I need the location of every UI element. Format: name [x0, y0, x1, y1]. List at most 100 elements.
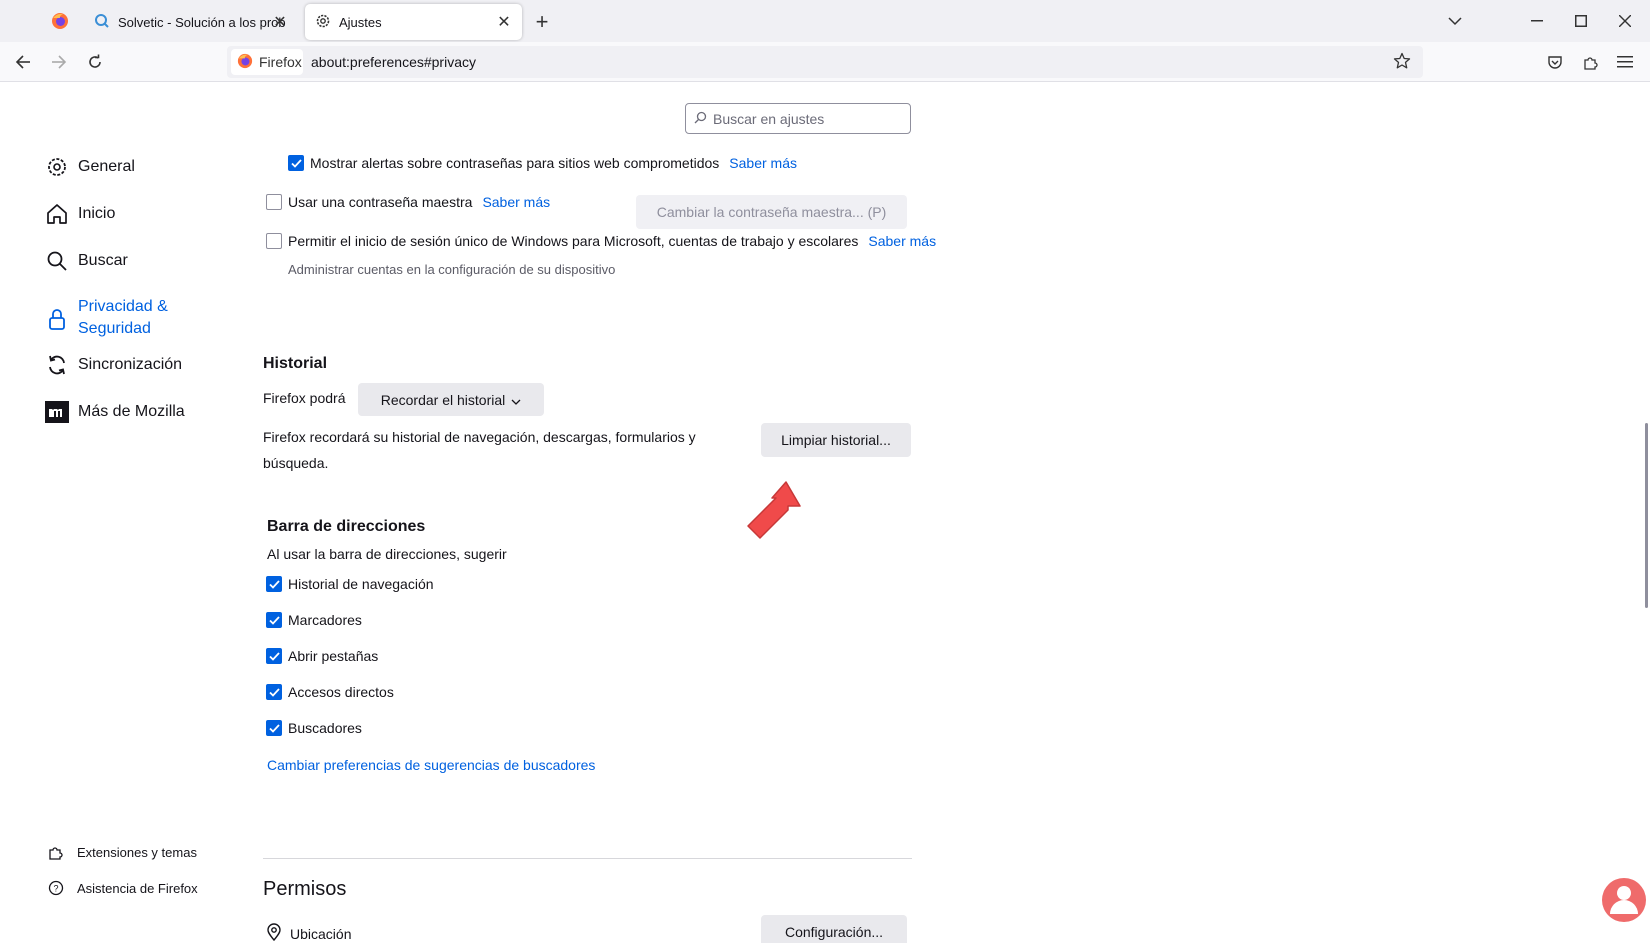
- identity-box[interactable]: Firefox: [231, 49, 303, 75]
- location-settings-button[interactable]: Configuración...: [761, 915, 907, 943]
- learn-more-link[interactable]: Saber más: [729, 155, 797, 171]
- sidebar-item-search[interactable]: Buscar: [45, 249, 128, 273]
- settings-search-input[interactable]: Buscar en ajustes: [685, 103, 911, 134]
- lock-icon: [45, 307, 69, 331]
- navigation-toolbar: Firefox about:preferences#privacy: [0, 42, 1650, 82]
- option-label: Accesos directos: [288, 684, 394, 700]
- address-bar-subtitle: Al usar la barra de direcciones, sugerir: [267, 546, 507, 562]
- mozilla-icon: [45, 400, 69, 424]
- suggest-bookmarks-checkbox[interactable]: [266, 612, 282, 628]
- sidebar-item-home[interactable]: Inicio: [45, 202, 115, 226]
- suggest-open-tabs-checkbox[interactable]: [266, 648, 282, 664]
- sidebar-link-label: Extensiones y temas: [77, 844, 197, 860]
- tab-label: Ajustes: [339, 14, 382, 30]
- master-password-row: Usar una contraseña maestra Saber más: [266, 194, 550, 210]
- chevron-down-icon: [511, 392, 521, 408]
- preferences-page: Buscar en ajustes General Inicio Buscar …: [0, 83, 1650, 943]
- history-description: Firefox recordará su historial de navega…: [263, 429, 696, 471]
- menu-button[interactable]: [1610, 48, 1640, 76]
- suggest-shortcuts-row: Accesos directos: [266, 684, 394, 700]
- firefox-logo-icon: [237, 53, 253, 72]
- master-password-checkbox[interactable]: [266, 194, 282, 210]
- history-mode-value: Recordar el historial: [380, 391, 506, 408]
- sync-icon: [45, 353, 69, 377]
- pocket-button[interactable]: [1540, 48, 1570, 76]
- firefox-logo-icon: [51, 12, 69, 33]
- learn-more-link[interactable]: Saber más: [482, 194, 550, 210]
- close-tab-icon[interactable]: ✕: [270, 12, 290, 32]
- identity-label: Firefox: [259, 54, 302, 70]
- solvetic-favicon-icon: [94, 13, 110, 32]
- location-pin-icon: [266, 923, 282, 943]
- search-icon: [694, 111, 707, 127]
- breach-alerts-label: Mostrar alertas sobre contraseñas para s…: [310, 155, 720, 171]
- change-master-password-button[interactable]: Cambiar la contraseña maestra... (P): [636, 195, 907, 229]
- tab-solvetic[interactable]: Solvetic - Solución a los problem ✕: [88, 4, 298, 40]
- sidebar-link-extensions[interactable]: Extensiones y temas: [47, 843, 197, 861]
- close-window-button[interactable]: [1610, 8, 1640, 34]
- new-tab-button[interactable]: +: [530, 9, 554, 34]
- location-permission-row: Ubicación: [266, 923, 351, 943]
- option-label: Abrir pestañas: [288, 648, 379, 664]
- windows-sso-note: Administrar cuentas en la configuración …: [288, 262, 616, 277]
- gear-icon: [315, 13, 331, 32]
- sidebar-item-label: Sincronización: [78, 356, 183, 373]
- sidebar-link-support[interactable]: ? Asistencia de Firefox: [47, 879, 198, 897]
- history-heading: Historial: [263, 355, 328, 372]
- change-search-suggestions-link[interactable]: Cambiar preferencias de sugerencias de b…: [267, 757, 595, 773]
- url-text[interactable]: about:preferences#privacy: [311, 54, 476, 70]
- suggest-engines-row: Buscadores: [266, 720, 362, 736]
- breach-alerts-checkbox[interactable]: [288, 155, 304, 171]
- search-icon: [45, 249, 69, 273]
- reload-button[interactable]: [80, 48, 110, 76]
- option-label: Marcadores: [288, 612, 362, 628]
- history-mode-label: Firefox podrá: [263, 390, 346, 406]
- sidebar-item-sync[interactable]: Sincronización: [45, 353, 182, 377]
- url-bar[interactable]: Firefox about:preferences#privacy: [227, 46, 1423, 78]
- option-label: Historial de navegación: [288, 576, 434, 592]
- minimize-button[interactable]: [1522, 8, 1552, 34]
- extensions-button[interactable]: [1576, 48, 1606, 76]
- scrollbar-thumb[interactable]: [1645, 423, 1648, 608]
- history-mode-dropdown[interactable]: Recordar el historial: [358, 383, 544, 416]
- tab-label: Solvetic - Solución a los problem: [118, 14, 286, 30]
- close-tab-icon[interactable]: ✕: [494, 12, 514, 32]
- gear-icon: [45, 155, 69, 179]
- master-password-label: Usar una contraseña maestra: [288, 194, 473, 210]
- suggest-bookmarks-row: Marcadores: [266, 612, 362, 628]
- back-button[interactable]: [8, 48, 38, 76]
- solvetic-watermark-icon: [1602, 878, 1646, 922]
- permissions-heading: Permisos: [263, 878, 347, 900]
- sidebar-item-privacy[interactable]: Privacidad & Seguridad: [45, 296, 168, 340]
- sidebar-link-label: Asistencia de Firefox: [77, 880, 198, 896]
- location-label: Ubicación: [290, 925, 352, 942]
- maximize-button[interactable]: [1566, 8, 1596, 34]
- address-bar-heading: Barra de direcciones: [267, 518, 426, 535]
- suggest-open-tabs-row: Abrir pestañas: [266, 648, 378, 664]
- svg-text:?: ?: [53, 884, 58, 894]
- list-all-tabs-button[interactable]: [1440, 8, 1470, 34]
- windows-sso-checkbox[interactable]: [266, 233, 282, 249]
- sidebar-item-general[interactable]: General: [45, 155, 135, 179]
- annotation-arrow-icon: [747, 481, 801, 539]
- suggest-history-row: Historial de navegación: [266, 576, 434, 592]
- forward-button[interactable]: [44, 48, 74, 76]
- bookmark-star-icon[interactable]: [1393, 52, 1413, 72]
- breach-alerts-row: Mostrar alertas sobre contraseñas para s…: [288, 155, 797, 171]
- learn-more-link[interactable]: Saber más: [868, 233, 936, 249]
- sidebar-item-label: General: [78, 158, 135, 175]
- tab-settings[interactable]: Ajustes ✕: [305, 4, 522, 40]
- windows-sso-label: Permitir el inicio de sesión único de Wi…: [288, 233, 859, 249]
- suggest-engines-checkbox[interactable]: [266, 720, 282, 736]
- sidebar-item-label: Inicio: [78, 205, 116, 222]
- suggest-shortcuts-checkbox[interactable]: [266, 684, 282, 700]
- clear-history-button[interactable]: Limpiar historial...: [761, 423, 911, 457]
- tab-firefox[interactable]: [40, 4, 80, 40]
- sidebar-item-mozilla[interactable]: Más de Mozilla: [45, 400, 185, 424]
- tab-bar: Solvetic - Solución a los problem ✕ Ajus…: [0, 0, 1650, 42]
- suggest-history-checkbox[interactable]: [266, 576, 282, 592]
- home-icon: [45, 202, 69, 226]
- option-label: Buscadores: [288, 720, 362, 736]
- sidebar-item-label: Buscar: [78, 252, 128, 269]
- puzzle-icon: [47, 843, 65, 861]
